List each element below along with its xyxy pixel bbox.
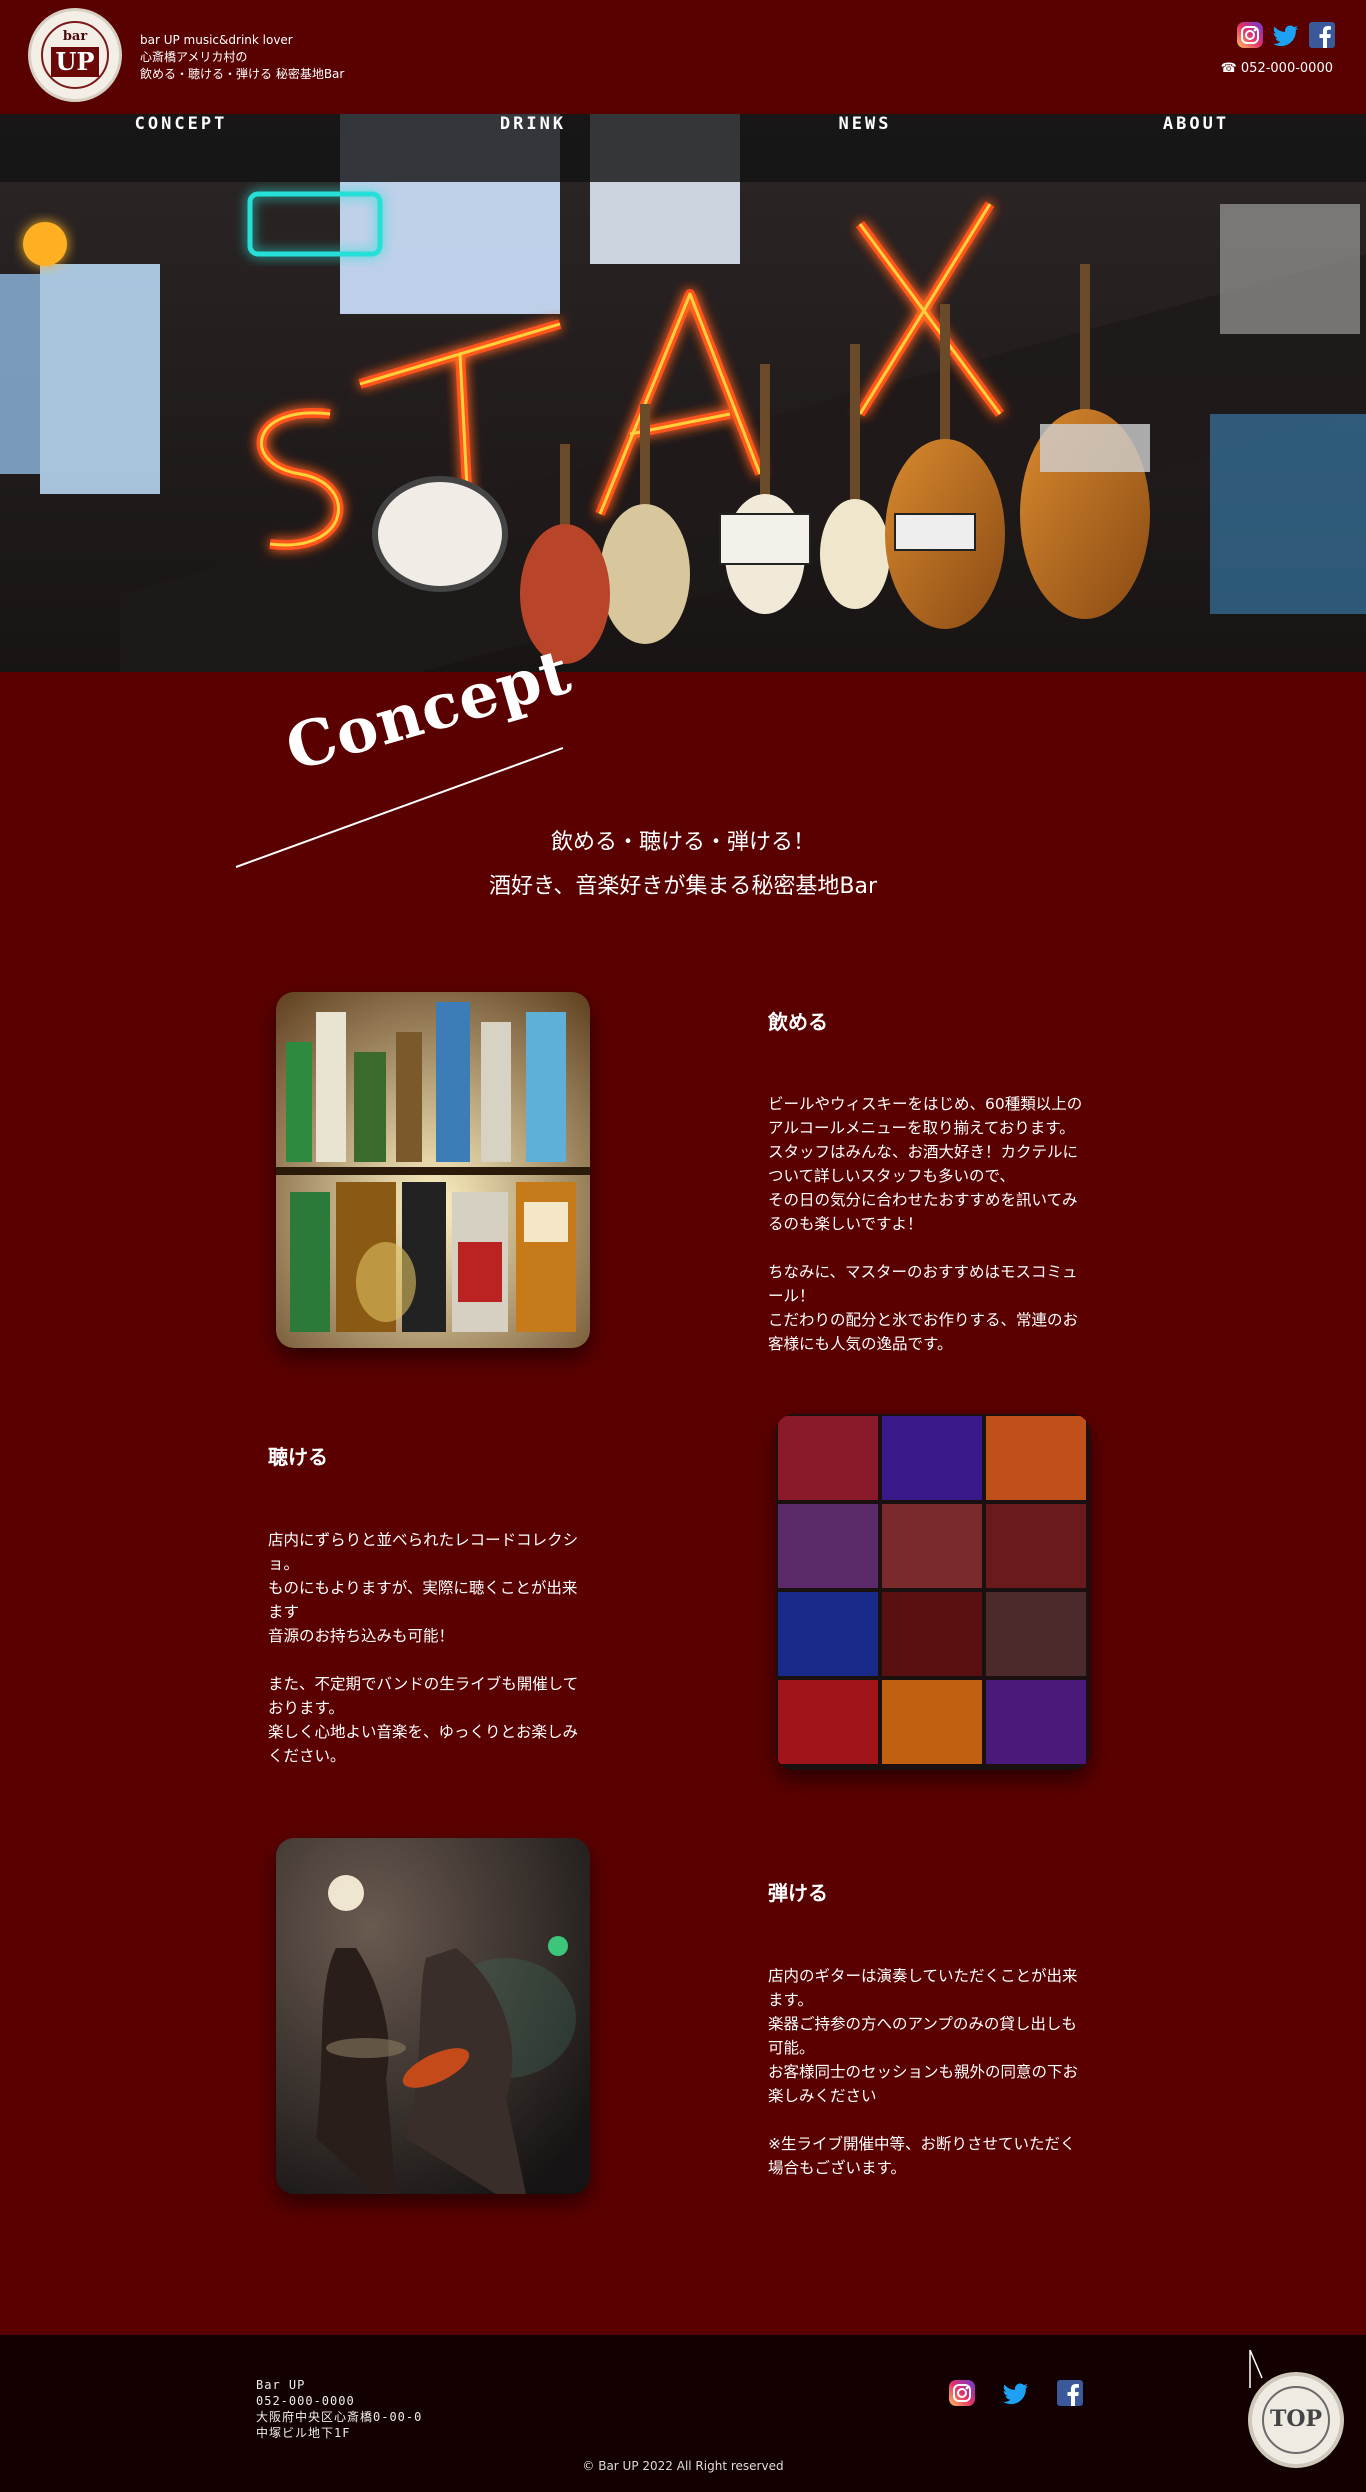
header-phone[interactable]: ☎ 052-000-0000 xyxy=(1221,61,1333,76)
section-listen-title: 聴ける xyxy=(268,1445,328,1469)
concept-lead-1: 飲める・聴ける・弾ける！ xyxy=(550,830,815,855)
record-cover xyxy=(778,1592,878,1676)
bar-up-logo[interactable]: bar UP xyxy=(28,8,122,102)
nav-news[interactable]: NEWS xyxy=(839,114,892,182)
header-social-links xyxy=(1236,21,1336,49)
section-drink-title: 飲める xyxy=(768,1010,828,1034)
logo-small-text: bar xyxy=(62,29,88,44)
twitter-icon[interactable] xyxy=(1002,2379,1030,2407)
tagline-line-3: 飲める・聴ける・弾ける 秘密基地Bar xyxy=(140,67,345,81)
footer-address-line-1: 大阪府中央区心斎橋0-00-0 xyxy=(256,2410,423,2424)
footer-social-links xyxy=(948,2379,1084,2407)
site-header: bar UP bar UP music&drink lover 心斎橋アメリカ村… xyxy=(0,0,1366,114)
record-cover xyxy=(778,1416,878,1500)
copyright: © Bar UP 2022 All Right reserved xyxy=(582,2459,784,2473)
footer-shop-name: Bar UP xyxy=(256,2378,306,2392)
logo-big-text: UP xyxy=(51,47,99,77)
main-nav: CONCEPT DRINK NEWS ABOUT xyxy=(0,114,1366,182)
footer-address-line-2: 中塚ビル地下1F xyxy=(256,2426,351,2440)
liquor-bottles-photo xyxy=(276,992,590,1348)
record-cover xyxy=(778,1504,878,1588)
footer-address: Bar UP 052-000-0000 大阪府中央区心斎橋0-00-0 中塚ビル… xyxy=(256,2377,422,2441)
record-cover xyxy=(986,1592,1086,1676)
section-play-text: 店内のギターは演奏していただくことが出来 ます。 楽器ご持参の方へのアンプのみの… xyxy=(768,1967,1079,2177)
record-cover xyxy=(882,1416,982,1500)
site-footer: Bar UP 052-000-0000 大阪府中央区心斎橋0-00-0 中塚ビル… xyxy=(0,2335,1366,2492)
record-cover xyxy=(986,1416,1086,1500)
live-band-photo xyxy=(276,1838,590,2194)
tagline-line-2: 心斎橋アメリカ村の xyxy=(140,50,248,64)
record-covers-photo xyxy=(776,1414,1090,1770)
back-to-top-button[interactable]: TOP xyxy=(1248,2372,1344,2468)
hero-image xyxy=(0,114,1366,672)
header-tagline: bar UP music&drink lover 心斎橋アメリカ村の 飲める・聴… xyxy=(140,32,344,83)
neon-guitar-wall-illustration xyxy=(0,114,1366,672)
section-listen-text: 店内にずらりと並べられたレコードコレクシ ョ。 ものにもよりますが、実際に聴くこ… xyxy=(268,1531,579,1765)
section-drink-text: ビールやウィスキーをはじめ、60種類以上の アルコールメニューを取り揃えておりま… xyxy=(768,1095,1083,1353)
instagram-icon[interactable] xyxy=(948,2379,976,2407)
footer-phone[interactable]: 052-000-0000 xyxy=(256,2393,422,2409)
record-cover xyxy=(882,1592,982,1676)
tagline-line-1: bar UP music&drink lover xyxy=(140,33,293,47)
concept-lead-2: 酒好き、音楽好きが集まる秘密基地Bar xyxy=(488,874,878,899)
record-cover xyxy=(882,1504,982,1588)
record-cover xyxy=(986,1680,1086,1764)
liquor-bottles-illustration xyxy=(276,992,590,1348)
twitter-icon[interactable] xyxy=(1272,21,1300,49)
live-band-illustration xyxy=(276,1838,590,2194)
record-covers-grid xyxy=(776,1414,1090,1770)
record-cover xyxy=(778,1680,878,1764)
nav-about[interactable]: ABOUT xyxy=(1163,114,1229,182)
nav-concept[interactable]: CONCEPT xyxy=(135,114,228,182)
nav-drink[interactable]: DRINK xyxy=(500,114,566,182)
instagram-icon[interactable] xyxy=(1236,21,1264,49)
record-cover xyxy=(882,1680,982,1764)
section-play-title: 弾ける xyxy=(768,1881,828,1905)
top-button-label: TOP xyxy=(1269,2406,1323,2432)
facebook-icon[interactable] xyxy=(1308,21,1336,49)
record-cover xyxy=(986,1504,1086,1588)
facebook-icon[interactable] xyxy=(1056,2379,1084,2407)
